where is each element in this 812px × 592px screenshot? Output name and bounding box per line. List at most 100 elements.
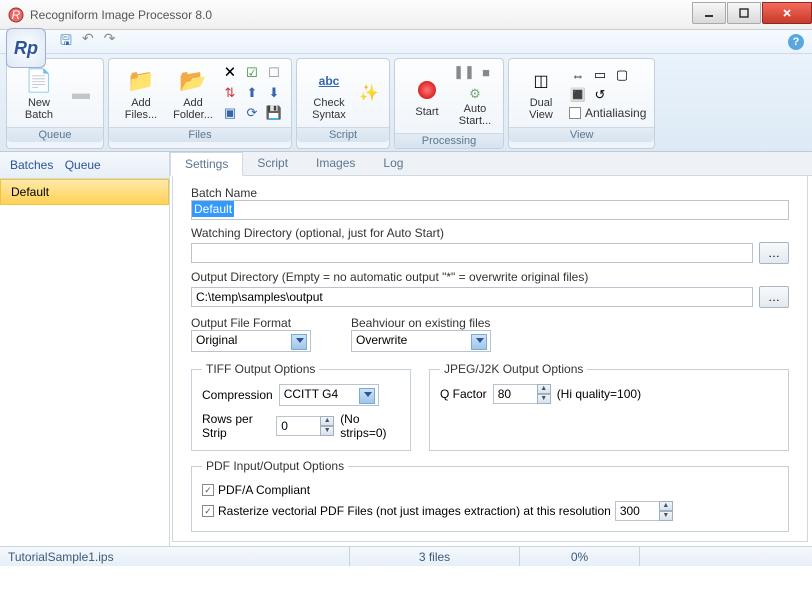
stop-icon[interactable]: ■ (477, 63, 495, 81)
tab-images[interactable]: Images (302, 152, 369, 175)
resolution-stepper[interactable]: ▲▼ (615, 501, 673, 521)
sort-asc-icon[interactable]: ⬆ (243, 84, 261, 102)
ribbon-group-files: 📁 Add Files... 📂 Add Folder... 🗙 ⇅ ▣ ☑ ⬆… (108, 58, 292, 149)
rows-hint: (No strips=0) (340, 412, 400, 440)
tiff-legend: TIFF Output Options (202, 362, 319, 376)
tiff-fieldset: TIFF Output Options Compression CCITT G4… (191, 362, 411, 451)
dual-view-button[interactable]: ◫ Dual View (517, 63, 565, 123)
actual-size-icon[interactable]: ▢ (613, 66, 631, 84)
app-logo[interactable]: Rp (6, 28, 46, 68)
close-button[interactable] (762, 2, 812, 24)
output-dir-input[interactable] (191, 287, 753, 307)
ribbon-group-script-title: Script (297, 127, 389, 142)
rows-stepper[interactable]: ▲▼ (276, 416, 334, 436)
add-files-button[interactable]: 📁 Add Files... (117, 63, 165, 123)
files-small-buttons-col3: ☐ ⬇ 💾 (265, 64, 283, 122)
files-small-buttons-col1: 🗙 ⇅ ▣ (221, 64, 239, 122)
rows-down-icon[interactable]: ▼ (320, 426, 334, 436)
rows-input[interactable] (276, 416, 320, 436)
rows-label: Rows per Strip (202, 412, 270, 440)
sidebar-tab-batches[interactable]: Batches (10, 158, 53, 172)
fit-page-icon[interactable]: ▭ (591, 66, 609, 84)
qfactor-stepper[interactable]: ▲▼ (493, 384, 551, 404)
undo-icon[interactable]: ↶ (82, 30, 94, 54)
new-batch-button[interactable]: 📄 New Batch (15, 63, 63, 123)
delete-batch-button[interactable]: ▬ (67, 75, 95, 111)
qfactor-label: Q Factor (440, 387, 487, 401)
output-format-value: Original (196, 333, 237, 347)
start-label: Start (415, 106, 438, 118)
compression-label: Compression (202, 388, 273, 402)
ribbon-group-view-title: View (509, 127, 654, 142)
batch-name-label: Batch Name (191, 186, 789, 200)
check-all-icon[interactable]: ☑ (243, 64, 261, 82)
files-small-buttons-col2: ☑ ⬆ ⟳ (243, 64, 261, 122)
add-folder-button[interactable]: 📂 Add Folder... (169, 63, 217, 123)
wizard-button[interactable]: ✨ (357, 75, 381, 111)
batch-name-input[interactable]: Default (191, 200, 789, 220)
start-button[interactable]: Start (403, 72, 451, 120)
quick-access-toolbar: Rp 🖫 ↶ ↷ ? (0, 30, 812, 54)
sidebar-item-default[interactable]: Default (0, 179, 169, 205)
zoom-out-icon[interactable]: ↺ (591, 86, 609, 104)
qfactor-up-icon[interactable]: ▲ (537, 384, 551, 394)
tab-log[interactable]: Log (369, 152, 417, 175)
check-syntax-button[interactable]: abc Check Syntax (305, 63, 353, 123)
image-icon[interactable]: ▣ (221, 104, 239, 122)
checkbox-checked-icon: ✓ (202, 505, 214, 517)
zoom-in-icon[interactable]: 🔳 (569, 86, 587, 104)
compression-value: CCITT G4 (284, 387, 338, 401)
help-icon[interactable]: ? (788, 34, 804, 50)
behaviour-select[interactable]: Overwrite (351, 330, 491, 352)
qfactor-down-icon[interactable]: ▼ (537, 394, 551, 404)
sort-icon[interactable]: ⇅ (221, 84, 239, 102)
fit-width-icon[interactable]: ⇔ (569, 66, 587, 84)
check-syntax-label: Check Syntax (312, 97, 346, 121)
gear-icon: ⚙ (466, 85, 484, 103)
pdfa-checkbox[interactable]: ✓ PDF/A Compliant (202, 483, 778, 497)
wand-icon: ✨ (353, 77, 385, 109)
sidebar-item-label: Default (11, 185, 49, 199)
output-format-label: Output File Format (191, 316, 311, 330)
antialiasing-checkbox[interactable]: Antialiasing (569, 106, 646, 120)
status-spacer (640, 547, 812, 566)
remove-file-icon[interactable]: 🗙 (221, 64, 239, 82)
qfactor-input[interactable] (493, 384, 537, 404)
behaviour-label: Beahviour on existing files (351, 316, 491, 330)
folder-icon: 📂 (177, 65, 209, 97)
rasterize-label: Rasterize vectorial PDF Files (not just … (218, 504, 611, 518)
res-down-icon[interactable]: ▼ (659, 511, 673, 521)
status-bar: TutorialSample1.ips 3 files 0% (0, 546, 812, 566)
rasterize-checkbox[interactable]: ✓ Rasterize vectorial PDF Files (not jus… (202, 501, 778, 521)
minimize-button[interactable] (692, 2, 726, 24)
save-icon[interactable]: 🖫 (60, 30, 72, 54)
dual-view-icon: ◫ (525, 65, 557, 97)
watching-dir-input[interactable] (191, 243, 753, 263)
add-folder-label: Add Folder... (173, 97, 213, 121)
output-format-select[interactable]: Original (191, 330, 311, 352)
checkbox-icon (569, 107, 581, 119)
ribbon-group-processing: Start ❚❚ ■ ⚙ Auto Start... Processing (394, 58, 504, 149)
maximize-button[interactable] (727, 2, 761, 24)
tab-settings[interactable]: Settings (170, 152, 243, 176)
jpeg-legend: JPEG/J2K Output Options (440, 362, 587, 376)
checkbox-checked-icon: ✓ (202, 484, 214, 496)
resolution-input[interactable] (615, 501, 659, 521)
res-up-icon[interactable]: ▲ (659, 501, 673, 511)
pause-icon[interactable]: ❚❚ (455, 63, 473, 81)
sidebar-tab-queue[interactable]: Queue (65, 158, 101, 172)
redo-icon[interactable]: ↷ (104, 30, 116, 54)
compression-select[interactable]: CCITT G4 (279, 384, 379, 406)
rows-up-icon[interactable]: ▲ (320, 416, 334, 426)
auto-start-button[interactable]: ⚙ Auto Start... (455, 83, 495, 129)
output-dir-browse-button[interactable]: … (759, 286, 789, 308)
tab-script[interactable]: Script (243, 152, 302, 175)
watching-dir-browse-button[interactable]: … (759, 242, 789, 264)
sort-desc-icon[interactable]: ⬇ (265, 84, 283, 102)
processing-controls: ❚❚ ■ ⚙ Auto Start... (455, 63, 495, 129)
pdf-legend: PDF Input/Output Options (202, 459, 348, 473)
folder-files-icon: 📁 (125, 65, 157, 97)
save-list-icon[interactable]: 💾 (265, 104, 283, 122)
refresh-icon[interactable]: ⟳ (243, 104, 261, 122)
uncheck-all-icon[interactable]: ☐ (265, 64, 283, 82)
